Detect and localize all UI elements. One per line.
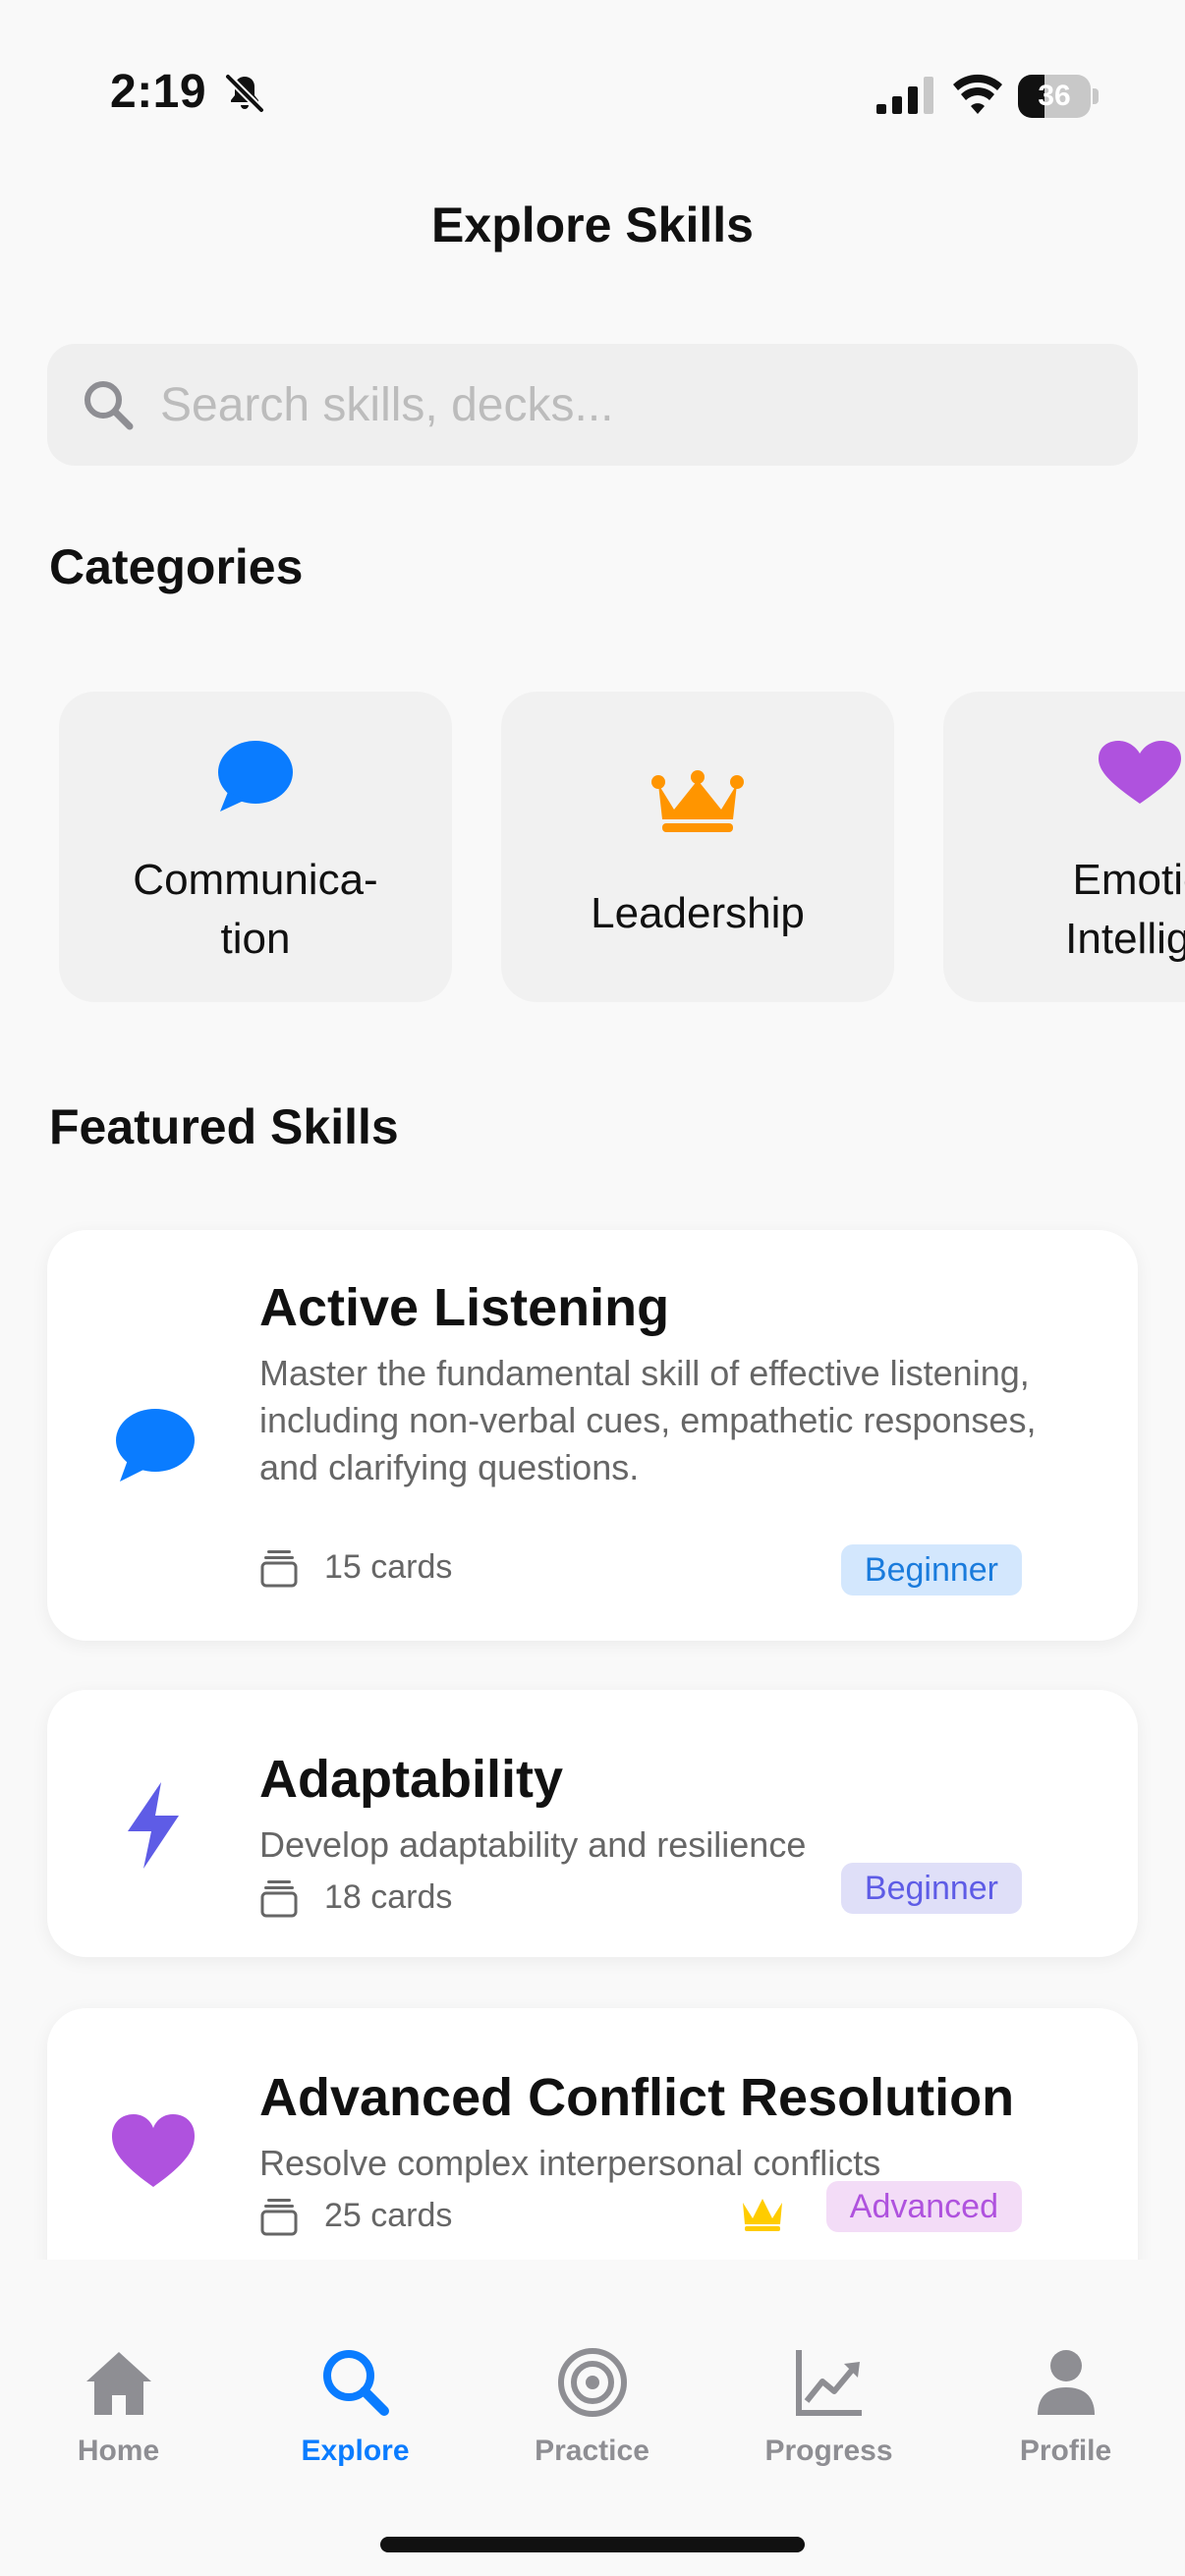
- cards-count: 18 cards: [324, 1878, 453, 1916]
- category-label: Intellige: [1065, 915, 1185, 963]
- lightning-bolt-icon: [128, 1782, 179, 1869]
- cards-count: 15 cards: [324, 1548, 453, 1586]
- tab-home[interactable]: Home: [0, 2260, 237, 2495]
- signal-icon: [876, 77, 933, 114]
- tab-label: Home: [77, 2435, 160, 2467]
- search-bar[interactable]: [47, 344, 1138, 466]
- wifi-icon: [953, 74, 1002, 114]
- card-stack-icon: [260, 2199, 298, 2236]
- cards-count: 25 cards: [324, 2197, 453, 2234]
- tab-bar: Home Explore Practice Progress Profile: [0, 2260, 1185, 2576]
- categories-title: Categories: [49, 539, 304, 594]
- house-icon: [86, 2352, 151, 2415]
- skill-title: Adaptability: [259, 1750, 564, 1809]
- battery-level: 36: [1038, 80, 1071, 112]
- speech-bubble-icon: [218, 741, 293, 812]
- category-label: Leadership: [591, 889, 805, 937]
- category-label: Emotio: [1072, 856, 1185, 904]
- card-stack-icon: [260, 1880, 298, 1918]
- tab-label: Practice: [535, 2435, 649, 2467]
- battery-icon: 36: [1018, 75, 1099, 118]
- chart-line-icon: [796, 2350, 862, 2416]
- search-input[interactable]: [160, 344, 1103, 466]
- tab-label: Progress: [764, 2435, 893, 2467]
- skill-description: Develop adaptability and resilience: [259, 1824, 807, 1865]
- crown-icon: [743, 2199, 782, 2231]
- page-title: Explore Skills: [431, 197, 754, 252]
- status-bar: 2:19 36: [0, 0, 1185, 196]
- search-icon: [323, 2350, 389, 2416]
- skill-title: Advanced Conflict Resolution: [259, 2068, 1015, 2127]
- person-icon: [1038, 2350, 1095, 2415]
- heart-icon: [1099, 741, 1181, 804]
- tab-label: Explore: [301, 2435, 410, 2467]
- status-time: 2:19: [110, 66, 207, 118]
- level-badge: Beginner: [840, 1863, 1022, 1914]
- skill-card-advanced-conflict-resolution[interactable]: Advanced Conflict Resolution Resolve com…: [47, 2008, 1138, 2303]
- bell-slash-icon: [225, 74, 264, 113]
- tab-progress[interactable]: Progress: [710, 2260, 947, 2495]
- skill-description: Master the fundamental skill of effectiv…: [259, 1353, 1037, 1487]
- categories-carousel[interactable]: Communica- tion Leadership Emotio Intell…: [0, 692, 1185, 1004]
- home-indicator: [380, 2537, 805, 2552]
- card-stack-icon: [260, 1550, 298, 1588]
- skill-title: Active Listening: [259, 1278, 670, 1337]
- level-badge: Advanced: [825, 2181, 1022, 2232]
- tab-explore[interactable]: Explore: [237, 2260, 474, 2495]
- tab-practice[interactable]: Practice: [474, 2260, 710, 2495]
- tab-profile[interactable]: Profile: [947, 2260, 1184, 2495]
- crown-icon: [651, 770, 744, 832]
- skill-description: Resolve complex interpersonal conflicts: [259, 2143, 881, 2183]
- skill-card-active-listening[interactable]: Active Listening Master the fundamental …: [47, 1230, 1138, 1641]
- search-icon: [85, 381, 134, 430]
- category-label: tion: [220, 915, 291, 963]
- skill-card-adaptability[interactable]: Adaptability Develop adaptability and re…: [47, 1690, 1138, 1957]
- tab-label: Profile: [1019, 2435, 1112, 2467]
- category-label: Communica-: [133, 856, 378, 904]
- category-leadership[interactable]: Leadership: [501, 692, 894, 1002]
- category-emotional-intelligence[interactable]: Emotio Intellige: [943, 692, 1185, 1002]
- speech-bubble-icon: [116, 1409, 195, 1482]
- featured-title: Featured Skills: [49, 1099, 399, 1154]
- heart-icon: [112, 2114, 195, 2187]
- category-communication[interactable]: Communica- tion: [59, 692, 452, 1002]
- level-badge: Beginner: [840, 1544, 1022, 1596]
- target-icon: [558, 2348, 627, 2417]
